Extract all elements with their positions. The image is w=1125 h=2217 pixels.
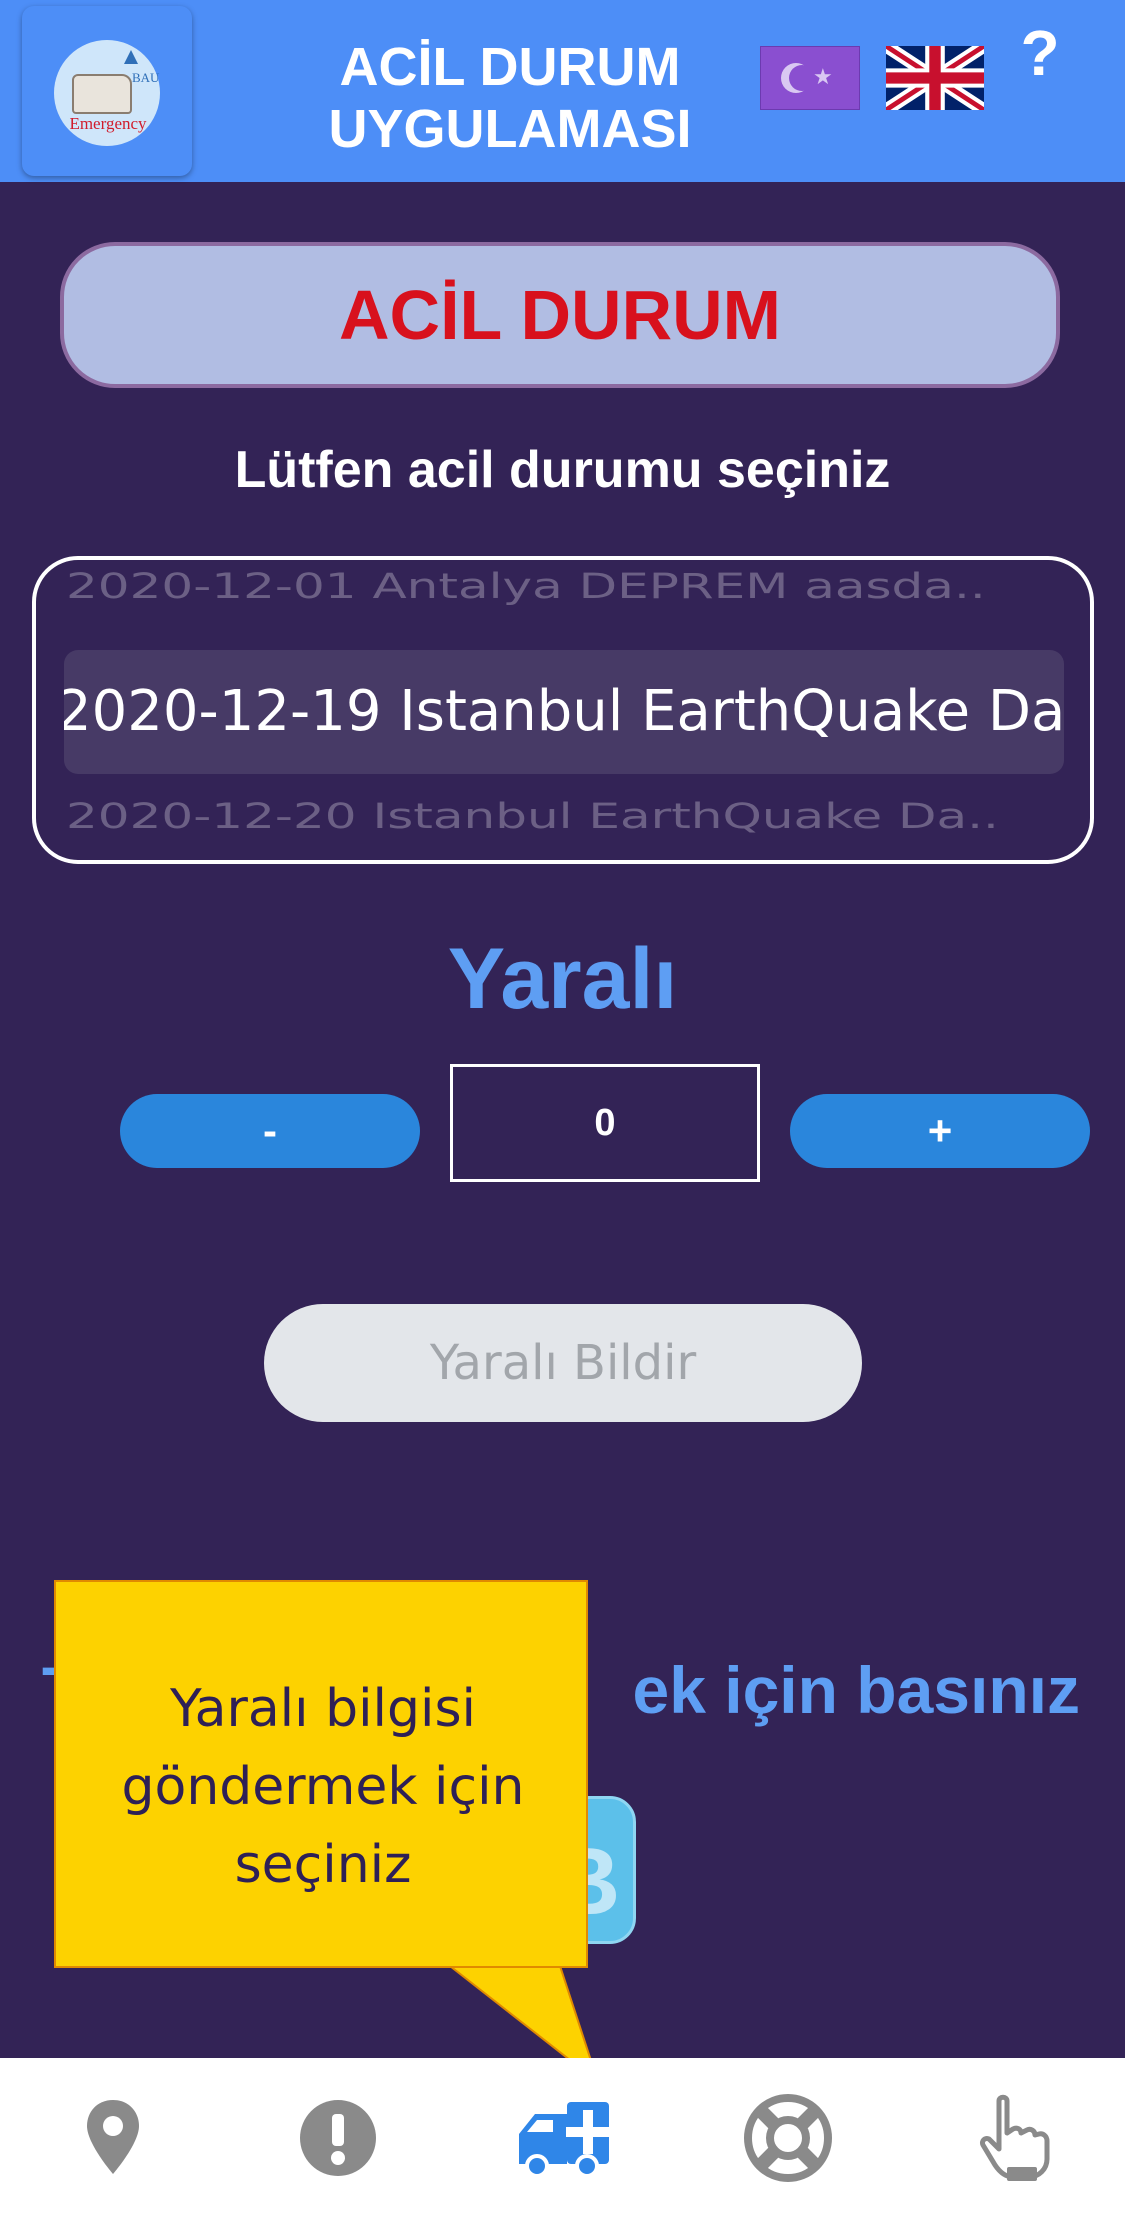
map-pin-icon [86, 2099, 139, 2174]
tooltip-line: seçiniz [234, 1835, 412, 1895]
injured-count-field[interactable]: 0 [450, 1064, 760, 1182]
emergency-banner: ACİL DURUM [60, 242, 1060, 388]
tooltip-line: Yaralı bilgisi [169, 1679, 477, 1739]
app-header: BAU Emergency ACİL DURUM UYGULAMASI ★ ? [0, 0, 1125, 182]
drop-logo-icon [124, 50, 138, 64]
alert-icon [299, 2099, 376, 2176]
logo-text: Emergency [69, 114, 147, 133]
logo-brand: BAU [132, 70, 160, 85]
uk-flag-icon[interactable] [886, 46, 984, 110]
uk-flag-graphic [886, 46, 984, 110]
picker-option[interactable]: 2020-12-20 Istanbul EarthQuake Da.. [66, 796, 1076, 837]
help-button[interactable]: ? [1010, 16, 1070, 90]
injured-title: Yaralı [447, 931, 678, 1027]
turkish-flag-icon[interactable]: ★ [760, 46, 860, 110]
logo-badge: BAU Emergency [54, 40, 160, 146]
nav-item-location[interactable] [0, 2058, 225, 2217]
ambulance-icon [518, 2101, 610, 2178]
emergency-picker[interactable]: 2020-12-01 Antalya DEPREM aasda.. 2020-1… [32, 556, 1094, 864]
emergency-banner-label: ACİL DURUM [338, 276, 781, 354]
picker-selected-option[interactable]: 2020-12-19 Istanbul EarthQuake Da.. [64, 650, 1064, 774]
bottom-navigation [0, 2058, 1125, 2217]
star-icon: ★ [813, 65, 833, 90]
nav-item-touch[interactable] [900, 2058, 1125, 2217]
lifebuoy-icon [743, 2093, 832, 2182]
tooltip-line: göndermek için [121, 1757, 525, 1817]
app-title-line1: ACİL DURUM [339, 37, 681, 97]
onboarding-tooltip: Yaralı bilgisi göndermek için seçiniz [54, 1580, 588, 1968]
decrement-button[interactable]: - [120, 1094, 420, 1168]
app-title: ACİL DURUM UYGULAMASI [270, 36, 750, 160]
touch-hand-icon [979, 2094, 1049, 2181]
report-injured-button[interactable]: Yaralı Bildir [264, 1304, 862, 1422]
app-logo: BAU Emergency [22, 6, 192, 176]
select-emergency-prompt: Lütfen acil durumu seçiniz [234, 441, 891, 499]
nav-item-help[interactable] [675, 2058, 900, 2217]
increment-button[interactable]: + [790, 1094, 1090, 1168]
nav-item-injured[interactable] [450, 2058, 675, 2217]
crescent-cutout [789, 65, 815, 91]
app-title-line2: UYGULAMASI [328, 99, 692, 159]
nav-item-alert[interactable] [225, 2058, 450, 2217]
picker-option[interactable]: 2020-12-01 Antalya DEPREM aasda.. [66, 566, 1076, 607]
ambulance-logo-icon [72, 74, 132, 114]
tooltip-text: Yaralı bilgisi göndermek için seçiniz [56, 1670, 590, 1904]
